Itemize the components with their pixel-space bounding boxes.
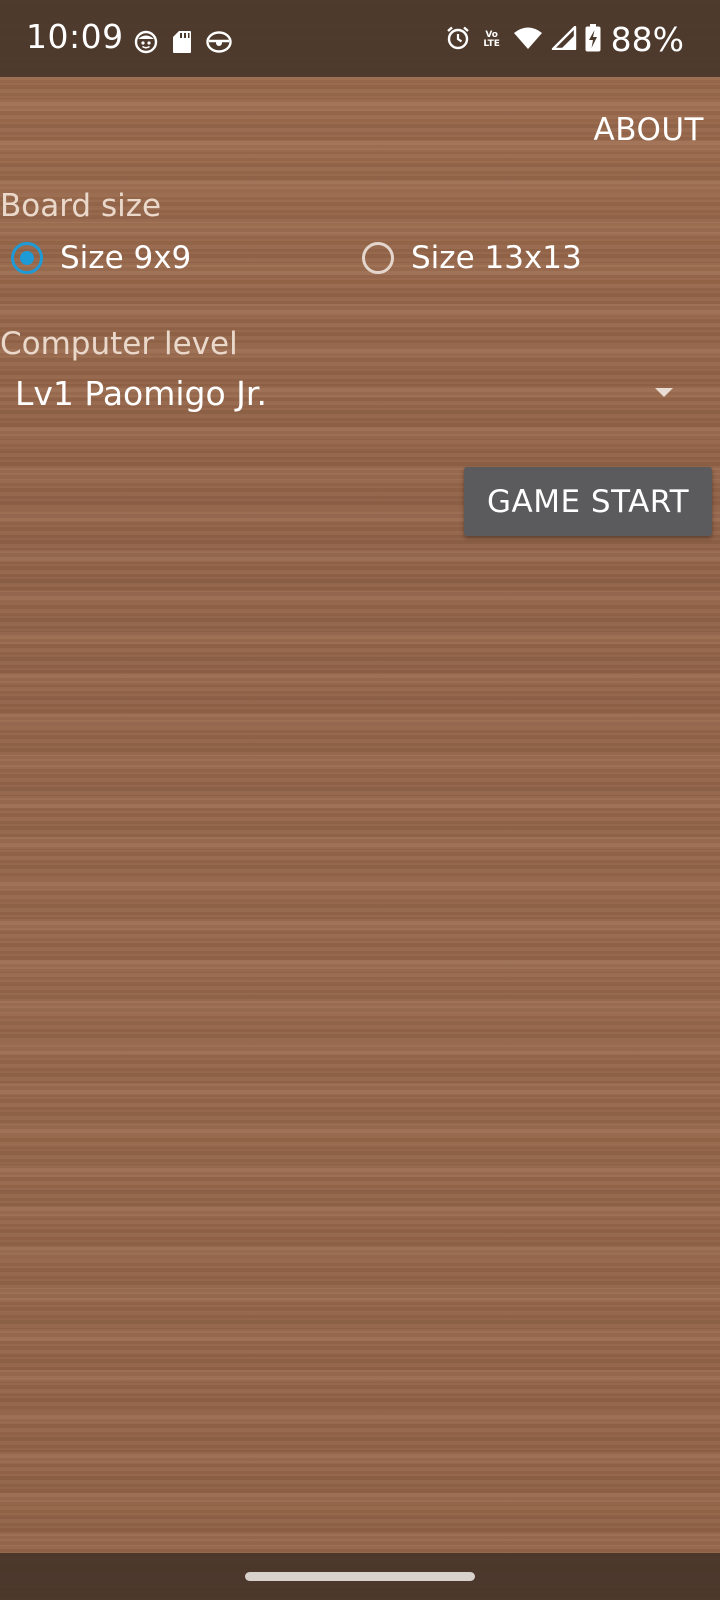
cell-signal-icon: [551, 25, 577, 54]
dropdown-arrow-icon: [655, 388, 673, 397]
radio-size-9x9[interactable]: Size 9x9: [11, 240, 191, 276]
home-gesture-handle[interactable]: [245, 1572, 475, 1581]
game-controller-icon: [206, 30, 232, 58]
board-size-label: Board size: [0, 188, 162, 224]
radio-size-13x13[interactable]: Size 13x13: [362, 240, 582, 276]
about-button[interactable]: ABOUT: [594, 112, 704, 148]
battery-charging-icon: [585, 23, 601, 56]
computer-level-value: Lv1 Paomigo Jr.: [15, 374, 267, 413]
status-time: 10:09: [26, 17, 124, 56]
radio-unchecked-icon[interactable]: [362, 242, 394, 274]
navigation-bar: [0, 1553, 720, 1600]
alarm-icon: [445, 25, 471, 55]
radio-label-9x9: Size 9x9: [60, 240, 192, 276]
battery-percent: 88%: [610, 20, 684, 59]
volte-bottom-text: LTE: [483, 38, 500, 49]
computer-level-label: Computer level: [0, 326, 238, 362]
face-icon: [134, 30, 158, 58]
system-icons: Vo LTE 88%: [445, 23, 684, 56]
sd-card-icon: [172, 30, 192, 58]
notification-icons: [134, 30, 232, 58]
wifi-icon: [513, 26, 543, 54]
status-bar: 10:09 Vo LTE 88%: [0, 0, 720, 77]
game-start-button[interactable]: GAME START: [464, 467, 712, 536]
volte-icon: Vo LTE: [479, 30, 505, 49]
radio-label-13x13: Size 13x13: [411, 240, 582, 276]
radio-checked-icon[interactable]: [11, 242, 43, 274]
computer-level-dropdown[interactable]: Lv1 Paomigo Jr.: [15, 370, 695, 420]
